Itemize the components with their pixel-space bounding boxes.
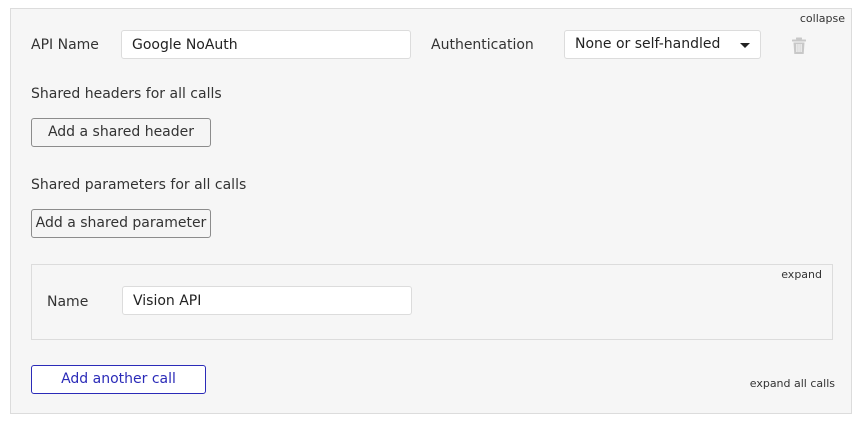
api-name-label: API Name [31, 37, 99, 53]
authentication-selected-value: None or self-handled [575, 36, 721, 52]
call-name-input[interactable] [122, 286, 412, 315]
expand-all-calls-link[interactable]: expand all calls [750, 377, 835, 391]
call-name-label: Name [47, 294, 89, 310]
authentication-select[interactable]: None or self-handled [564, 30, 761, 59]
api-name-input[interactable] [121, 30, 411, 59]
trash-icon-graphic [792, 37, 806, 54]
add-shared-parameter-button[interactable]: Add a shared parameter [31, 209, 211, 238]
add-another-call-button[interactable]: Add another call [31, 365, 206, 394]
expand-link[interactable]: expand [781, 268, 822, 282]
add-shared-header-button[interactable]: Add a shared header [31, 118, 211, 147]
collapse-link[interactable]: collapse [800, 12, 845, 26]
api-call-panel: expand Name [31, 264, 833, 340]
api-panel: collapse API Name Authentication None or… [10, 8, 852, 414]
shared-headers-heading: Shared headers for all calls [31, 86, 222, 102]
chevron-down-icon [740, 43, 750, 48]
shared-parameters-heading: Shared parameters for all calls [31, 177, 247, 193]
trash-icon[interactable] [791, 37, 807, 55]
authentication-label: Authentication [431, 37, 534, 53]
